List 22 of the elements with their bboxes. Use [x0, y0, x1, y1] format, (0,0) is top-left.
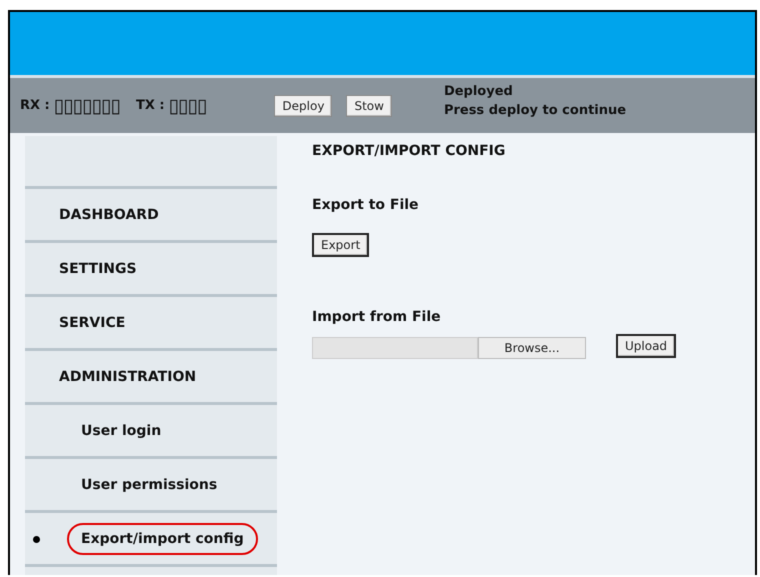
page-title: EXPORT/IMPORT CONFIG — [312, 143, 506, 159]
browse-button[interactable]: Browse... — [478, 337, 586, 359]
tx-label: TX : — [136, 98, 165, 113]
rx-value: ▯▯▯▯▯▯▯ — [54, 94, 120, 116]
deploy-button[interactable]: Deploy — [274, 94, 332, 116]
section-heading: Export to File — [312, 197, 420, 213]
section-heading: Import from File — [312, 309, 442, 325]
stow-button[interactable]: Stow — [346, 94, 392, 116]
tx-value: ▯▯▯▯ — [168, 94, 206, 116]
sidebar-item[interactable]: DASHBOARD — [45, 198, 173, 230]
sidebar-item[interactable]: SETTINGS — [45, 252, 151, 284]
sidebar-item[interactable]: Export/import config — [67, 522, 258, 554]
status-text: Press deploy to continue — [444, 102, 626, 118]
sidebar-item[interactable]: ADMINISTRATION — [45, 360, 210, 392]
export-button[interactable]: Export — [312, 233, 370, 257]
sidebar-item[interactable]: User login — [67, 414, 176, 446]
sidebar-item[interactable]: User permissions — [67, 468, 232, 500]
status-text: Deployed — [444, 84, 514, 98]
sidebar-item[interactable]: SERVICE — [45, 306, 140, 338]
file-field[interactable] — [312, 337, 478, 359]
rx-label: RX : — [20, 98, 50, 113]
upload-button[interactable]: Upload — [616, 334, 676, 358]
